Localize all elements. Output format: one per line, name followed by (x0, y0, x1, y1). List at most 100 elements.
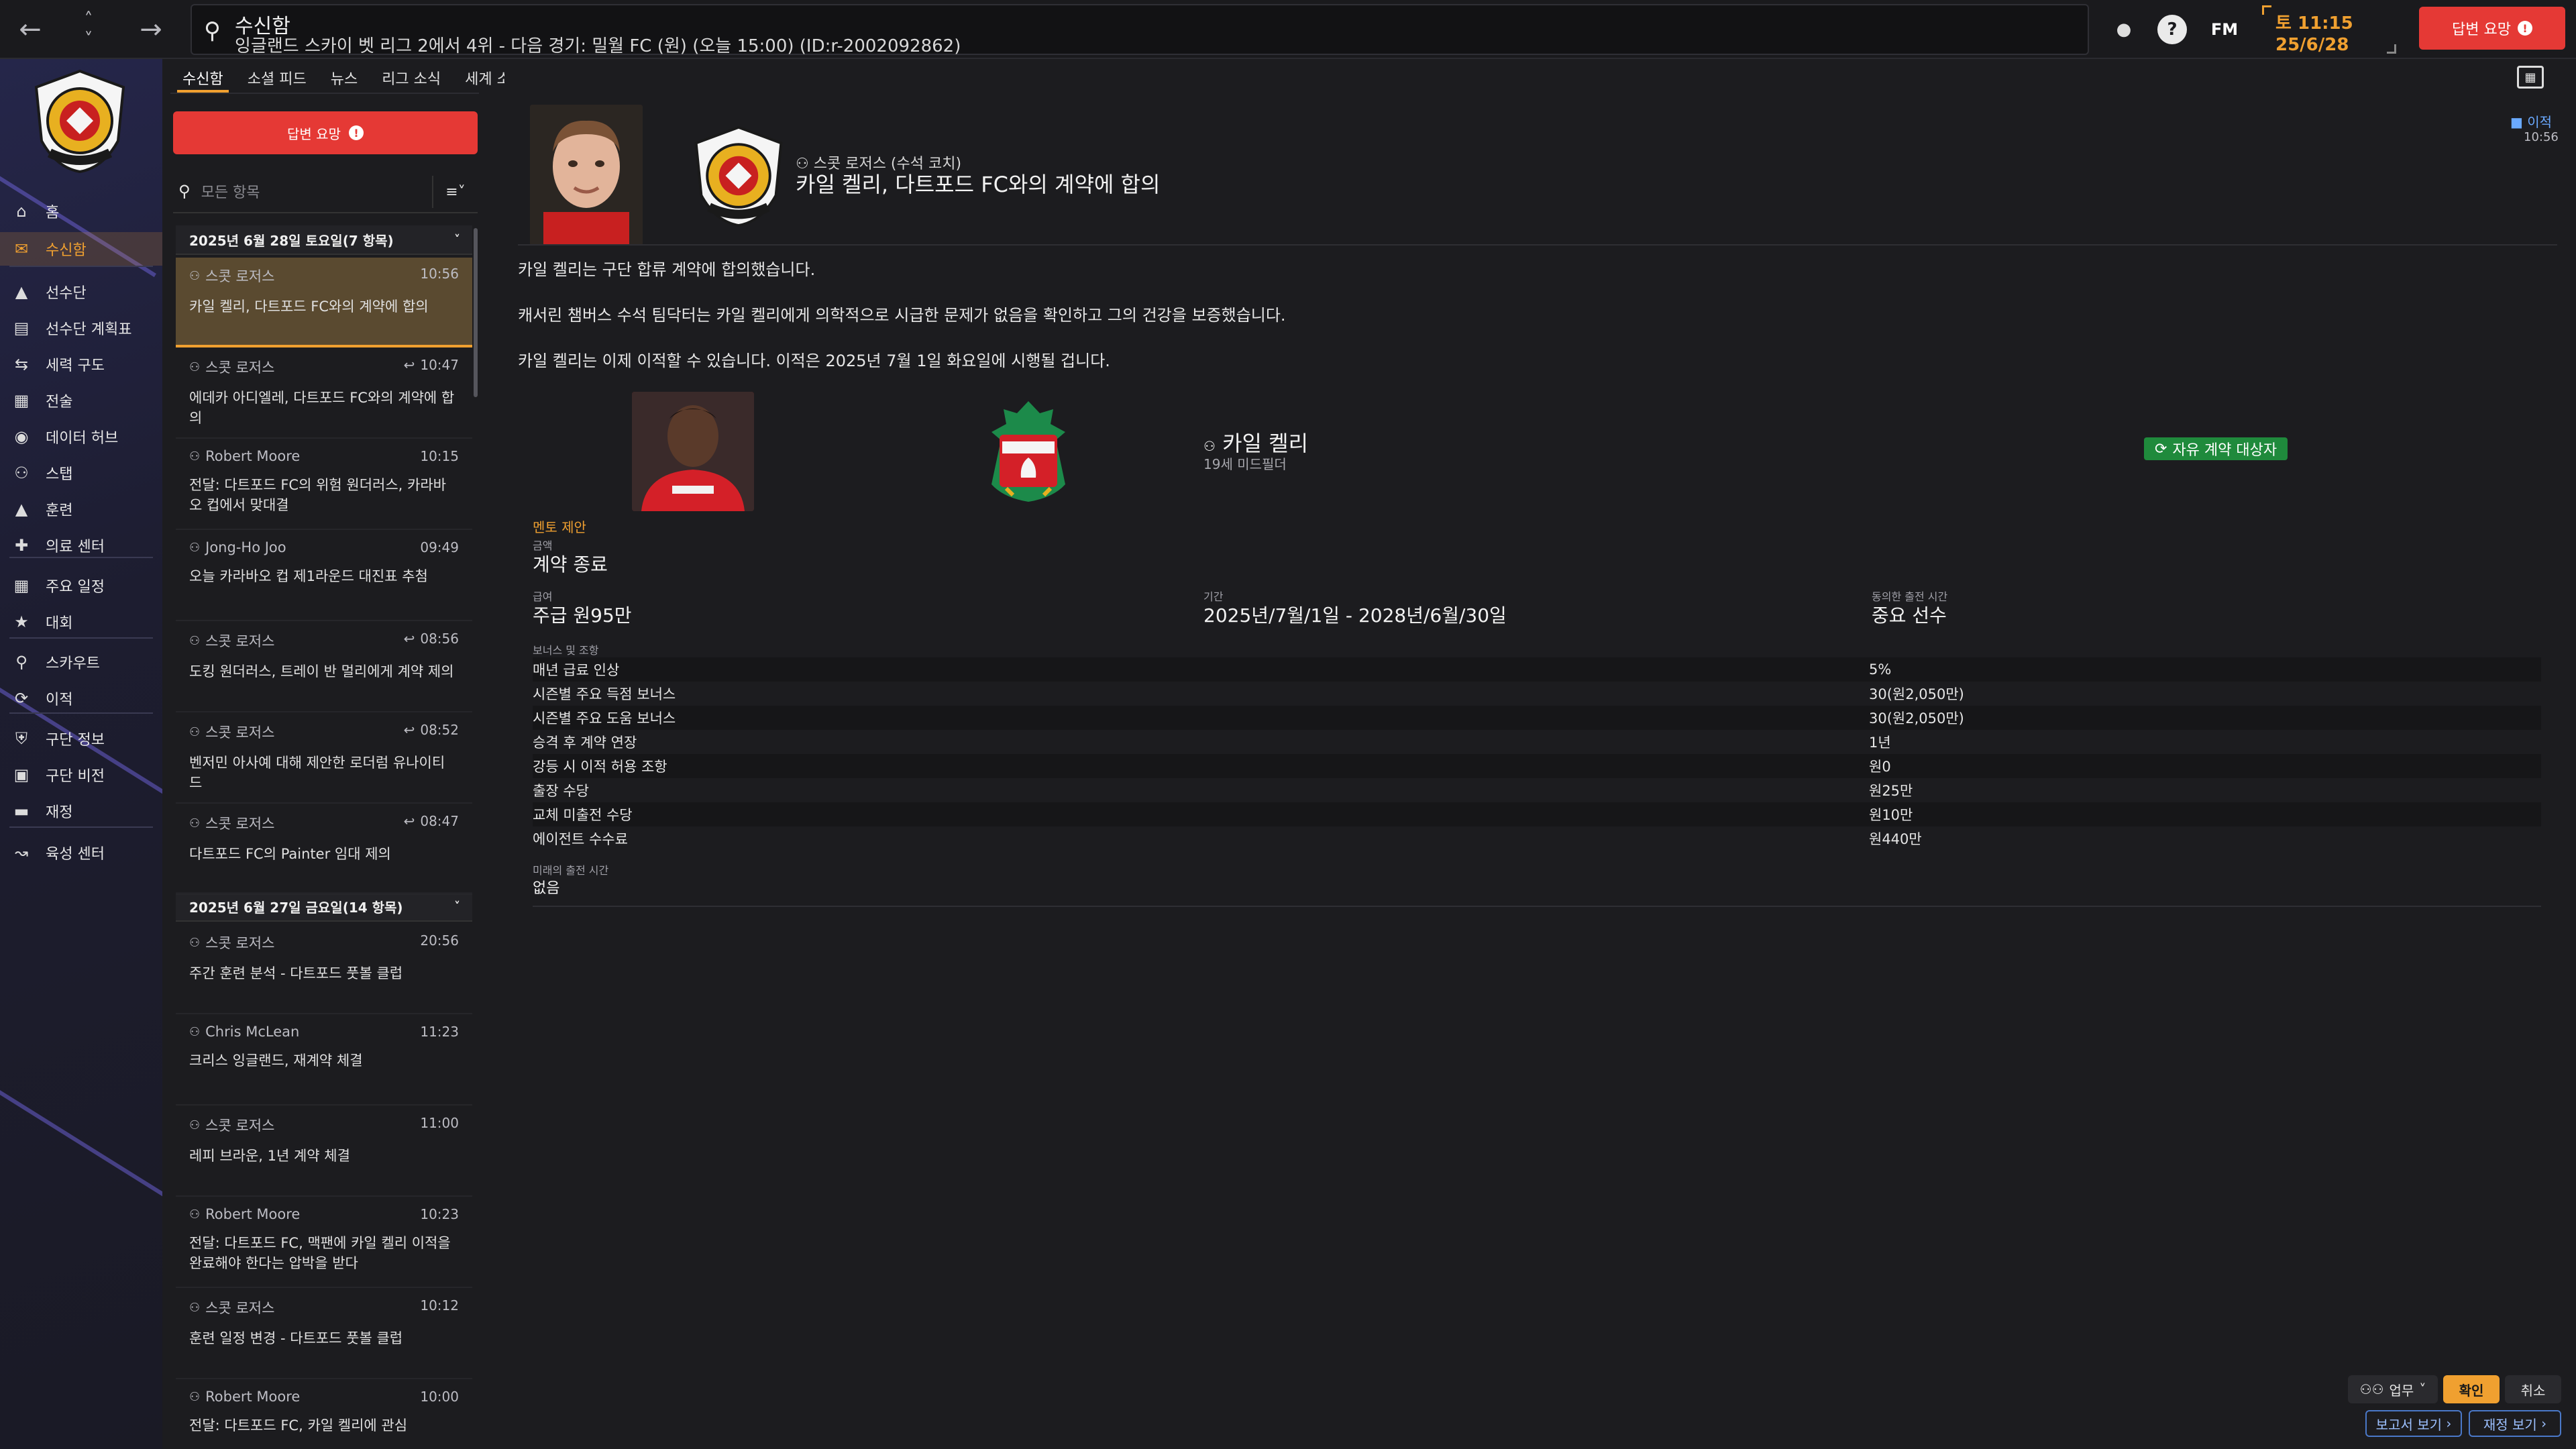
role-value: 중요 선수 (1872, 604, 1947, 627)
date-corner (2262, 5, 2271, 15)
sidebar-item-9[interactable]: ▲ 훈련 (0, 492, 162, 526)
time-label: 20:56 (420, 932, 459, 949)
bonus-value: 원10만 (1869, 807, 1913, 823)
view-finance-button[interactable]: 재정 보기 › (2469, 1410, 2561, 1437)
sidebar-item-3[interactable]: ▲ 선수단 (0, 275, 162, 309)
sidebar-item-label: 데이터 허브 (46, 430, 119, 447)
list-item[interactable]: ⚇ Robert Moore 10:15 전달: 다트포드 FC의 위험 원더러스, … (176, 440, 472, 530)
sidebar-item-2[interactable]: ✉ 수신함 (0, 232, 162, 266)
sidebar-item-4[interactable]: ▤ 선수단 계획표 (0, 311, 162, 345)
sidebar-item-5[interactable]: ⇆ 세력 구도 (0, 347, 162, 381)
sidebar-item-16[interactable]: ▣ 구단 비전 (0, 758, 162, 792)
sidebar-item-15[interactable]: ⛨ 구단 정보 (0, 722, 162, 755)
back-button[interactable]: ← (7, 0, 54, 59)
group-header-label: 2025년 6월 27일 금요일(14 항목) (189, 899, 403, 916)
message-group-header[interactable]: 2025년 6월 28일 토요일(7 항목) ˅ (176, 225, 472, 255)
message-subject: 크리스 잉글랜드, 재계약 체결 (189, 1053, 363, 1069)
list-item[interactable]: ⚇ 스콧 로저스 20:56 주간 훈련 분석 - 다트포드 풋볼 클럽 (176, 924, 472, 1014)
list-item[interactable]: ⚇ 스콧 로저스 10:56 카일 켈리, 다트포드 FC와의 계약에 합의 (176, 258, 472, 347)
sidebar-item-14[interactable]: ⟳ 이적 (0, 682, 162, 715)
sender-portrait[interactable] (530, 105, 643, 246)
message-time: 11:00 (420, 1115, 459, 1131)
time-label: 10:12 (420, 1297, 459, 1313)
time-label: 10:23 (420, 1206, 459, 1222)
player-photo[interactable] (632, 392, 754, 511)
globe-icon[interactable]: ● (2109, 15, 2139, 44)
duty-button[interactable]: ⚇⚇ 업무 ˅ (2348, 1375, 2438, 1403)
message-time: 10:56 (2524, 130, 2559, 144)
trophy-icon: ★ (14, 612, 29, 631)
sender-name: 스콧 로저스 (205, 268, 275, 284)
inbox-icon: ✉ (14, 239, 29, 258)
list-item[interactable]: ⚇ 스콧 로저스 ↩ 08:47 다트포드 FC의 Painter 임대 제의 (176, 805, 472, 895)
sidebar-item-13[interactable]: ⚲ 스카우트 (0, 645, 162, 679)
tab-3[interactable]: 뉴스 (319, 62, 370, 93)
sidebar-item-6[interactable]: ▦ 전술 (0, 384, 162, 417)
person-icon: ⚇ (189, 360, 201, 374)
message-subject: 주간 훈련 분석 - 다트포드 풋볼 클럽 (189, 965, 403, 981)
message-time: 10:15 (420, 448, 459, 464)
message-body-line: 카일 켈리는 이제 이적할 수 있습니다. 이적은 2025년 7월 1일 화요… (518, 352, 1110, 370)
sidebar-item-12[interactable]: ★ 대회 (0, 605, 162, 639)
sender-name: Robert Moore (205, 1389, 301, 1405)
liverpool-crest[interactable] (986, 397, 1071, 504)
continue-button[interactable]: 답변 요망 ! (2419, 7, 2565, 50)
list-item[interactable]: ⚇ Robert Moore 10:23 전달: 다트포드 FC, 맥팬에 카일 켈리… (176, 1198, 472, 1288)
cancel-button[interactable]: 취소 (2505, 1375, 2561, 1403)
person-icon: ⚇ (189, 816, 201, 830)
list-item[interactable]: ⚇ Jong-Ho Joo 09:49 오늘 카라바오 컵 제1라운드 대진표 추첨 (176, 531, 472, 621)
forward-button[interactable]: → (127, 0, 174, 59)
sidebar-item-label: 구단 비전 (46, 768, 105, 785)
club-crest-logo[interactable] (30, 67, 130, 174)
tab-4[interactable]: 리그 소식 (370, 62, 453, 93)
sidebar-item-8[interactable]: ⚇ 스탭 (0, 456, 162, 490)
message-sender: ⚇ 스콧 로저스 (189, 1297, 459, 1318)
ok-button[interactable]: 확인 (2443, 1375, 2500, 1403)
bonus-row: 에이전트 수수료 원440만 (533, 826, 2541, 851)
tab-1[interactable]: 수신함 (170, 62, 235, 93)
list-item[interactable]: ⚇ 스콧 로저스 11:00 레피 브라운, 1년 계약 체결 (176, 1107, 472, 1197)
sidebar-item-11[interactable]: ▦ 주요 일정 (0, 569, 162, 602)
sidebar-item-label: 의료 센터 (46, 539, 105, 555)
list-scrollbar[interactable] (474, 228, 478, 397)
person-icon: ⚇ (189, 540, 201, 555)
message-group-header[interactable]: 2025년 6월 27일 금요일(14 항목) ˅ (176, 892, 472, 922)
fm-logo[interactable]: FM (2203, 15, 2246, 44)
list-item[interactable]: ⚇ 스콧 로저스 10:12 훈련 일정 변경 - 다트포드 풋볼 클럽 (176, 1289, 472, 1379)
sidebar-item-18[interactable]: ↝ 육성 센터 (0, 836, 162, 869)
filter-menu-button[interactable]: ≡˅ (432, 176, 478, 208)
tab-2[interactable]: 소셜 피드 (235, 62, 319, 93)
sender-club-crest[interactable] (688, 123, 789, 228)
history-button[interactable]: ˄ ˅ (67, 0, 110, 59)
view-report-button[interactable]: 보고서 보기 › (2365, 1410, 2462, 1437)
message-subject: 전달: 다트포드 FC의 위험 원더러스, 카라바오 컵에서 맞대결 (189, 477, 446, 513)
sender-name: 스콧 로저스 (205, 360, 275, 376)
list-item[interactable]: ⚇ 스콧 로저스 ↩ 08:56 도킹 원더러스, 트레이 반 멀리에게 계약 제의 (176, 623, 472, 712)
list-item[interactable]: ⚇ Robert Moore 10:00 전달: 다트포드 FC, 카일 켈리에 관심 (176, 1381, 472, 1449)
sidebar-item-7[interactable]: ◉ 데이터 허브 (0, 420, 162, 453)
shirt-icon: ▲ (15, 282, 28, 301)
bonus-value: 원0 (1869, 759, 1891, 775)
person-icon: ⚇ (189, 268, 201, 283)
help-icon[interactable]: ? (2157, 15, 2187, 44)
layout-toggle-icon[interactable]: ▦ (2517, 66, 2544, 89)
list-item[interactable]: ⚇ 스콧 로저스 ↩ 10:47 에데카 아디엘레, 다트포드 FC와의 계약에 합의 (176, 349, 472, 439)
game-date[interactable]: 토 11:15 25/6/28 (2262, 5, 2396, 55)
bonus-label: 보너스 및 조항 (533, 644, 599, 657)
list-item[interactable]: ⚇ 스콧 로저스 ↩ 08:52 벤저민 아사예 대해 제안한 로더럼 유나이티드 (176, 714, 472, 804)
list-item[interactable]: ⚇ Chris McLean 11:23 크리스 잉글랜드, 재계약 체결 (176, 1016, 472, 1106)
alert-icon: ! (348, 125, 364, 140)
message-filter[interactable]: ⚲ 모든 항목 ≡˅ (173, 170, 478, 213)
arrow-right-icon: → (140, 14, 162, 45)
offer-type: 멘토 제안 (533, 519, 586, 535)
message-sender: ⚇ 스콧 로저스 (189, 932, 459, 953)
fm-logo-label: FM (2210, 20, 2239, 39)
future-value: 없음 (533, 880, 560, 897)
list-continue-button[interactable]: 답변 요망 ! (173, 111, 478, 154)
sidebar-item-1[interactable]: ⌂ 홈 (0, 195, 162, 228)
person-icon: ⚇ (189, 1300, 201, 1315)
sidebar-item-17[interactable]: ▬ 재정 (0, 794, 162, 828)
title-search-box[interactable]: ⚲ 수신함 잉글랜드 스카이 벳 리그 2에서 4위 - 다음 경기: 밀월 F… (191, 4, 2089, 56)
message-category-tag: ■ 이적 (2510, 114, 2553, 130)
scout-icon: ⚲ (15, 653, 28, 672)
